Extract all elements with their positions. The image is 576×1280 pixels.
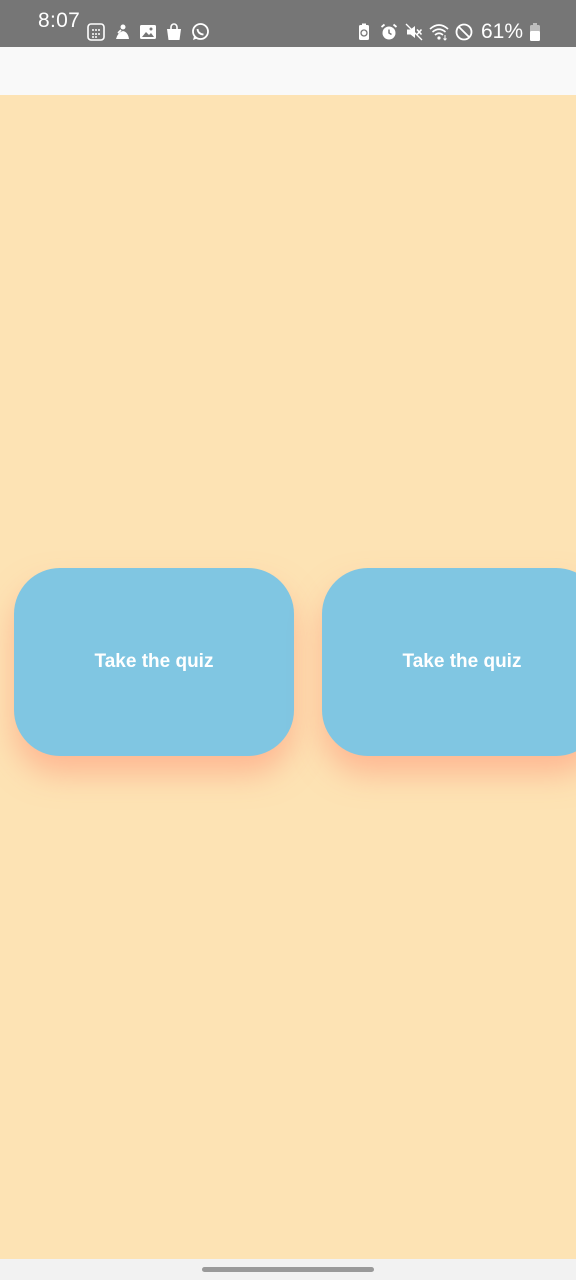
gallery-icon (138, 22, 158, 42)
battery-percent: 61% (480, 20, 523, 43)
alarm-icon (379, 22, 399, 42)
whatsapp-icon (190, 22, 210, 42)
calculator-icon (86, 22, 106, 42)
navigation-bar (0, 1259, 576, 1280)
take-quiz-label: Take the quiz (402, 651, 522, 672)
notification-icons (86, 21, 210, 43)
shopping-bag-icon (164, 22, 184, 42)
game-icon (112, 22, 132, 42)
system-icons: 61% (354, 20, 540, 43)
do-not-disturb-icon (454, 22, 474, 42)
take-quiz-label: Take the quiz (94, 651, 214, 672)
wifi-icon (429, 22, 449, 42)
home-indicator[interactable] (202, 1267, 374, 1272)
mute-icon (404, 22, 424, 42)
battery-saver-icon (354, 22, 374, 42)
battery-icon (530, 23, 540, 41)
take-quiz-card[interactable]: Take the quiz (322, 568, 576, 756)
status-time: 8:07 (38, 9, 81, 32)
take-quiz-card[interactable]: Take the quiz (14, 568, 294, 756)
status-bar: 8:07 61% (0, 0, 576, 47)
app-bar (0, 47, 576, 95)
quiz-carousel[interactable]: Take the quiz Take the quiz (0, 95, 576, 1259)
